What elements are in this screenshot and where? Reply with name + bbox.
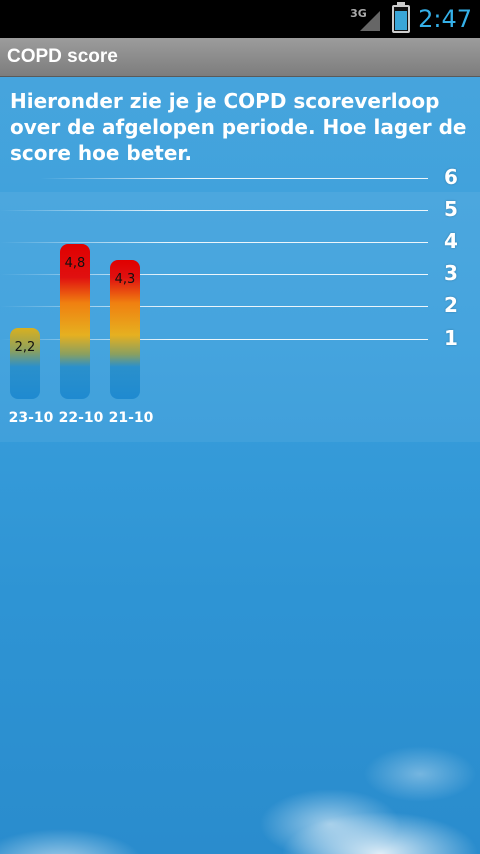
grid-line <box>40 178 428 179</box>
grid-line <box>0 242 428 243</box>
cloud-background <box>0 634 480 854</box>
bar-23-10 <box>10 327 40 399</box>
network-type: 3G <box>350 7 367 20</box>
x-tick-label: 23-10 <box>8 410 54 426</box>
intro-text: Hieronder zie je je COPD scoreverloop ov… <box>10 89 467 165</box>
x-tick-label: 22-10 <box>58 410 104 426</box>
status-bar: 3G 2:47 <box>0 0 480 38</box>
bar-value-label: 2,2 <box>14 339 36 355</box>
y-tick-label: 6 <box>444 165 458 189</box>
y-tick-label: 5 <box>444 197 458 221</box>
battery-icon <box>392 2 411 33</box>
app-title: COPD score <box>7 46 118 67</box>
status-clock: 2:47 <box>418 5 472 33</box>
bar-value-label: 4,3 <box>114 272 136 288</box>
grid-line <box>0 210 428 211</box>
y-tick-label: 1 <box>444 326 458 350</box>
signal-icon: 3G <box>350 5 384 33</box>
y-tick-label: 2 <box>444 293 458 317</box>
bar-value-label: 4,8 <box>64 256 86 272</box>
title-bar: COPD score <box>0 38 480 77</box>
y-tick-label: 3 <box>444 261 458 285</box>
y-tick-label: 4 <box>444 229 458 253</box>
x-tick-label: 21-10 <box>108 410 154 426</box>
